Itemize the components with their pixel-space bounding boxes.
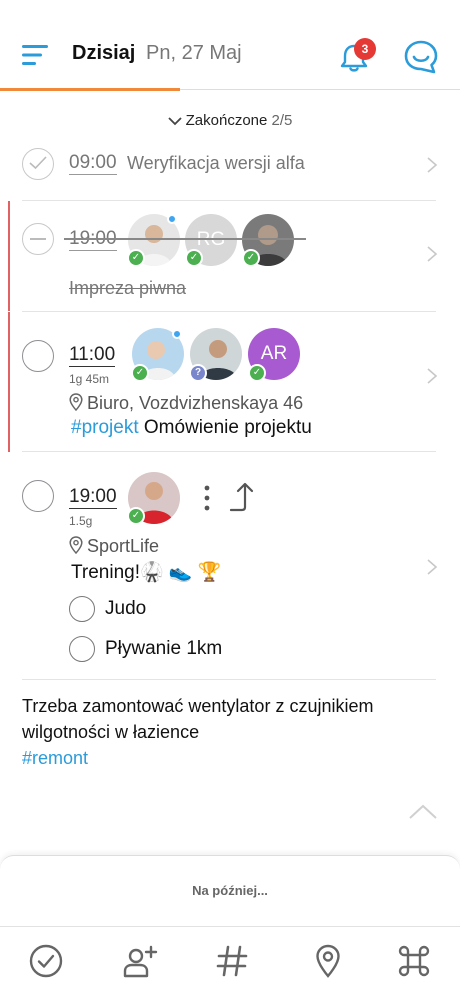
accepted-icon: ✓ [248,364,266,382]
completed-count: 2/5 [271,112,293,129]
checkmark-icon [29,156,47,170]
page-title: Dzisiaj [72,42,136,64]
location-pin-icon[interactable] [310,943,346,979]
later-panel: Na później... [0,855,460,996]
note-text: Trzeba zamontować wentylator z czujnikie… [22,696,374,742]
chat-icon[interactable] [402,38,440,76]
divider [22,311,436,312]
move-up-icon[interactable] [228,480,258,514]
note-item[interactable]: Trzeba zamontować wentylator z czujnikie… [22,693,422,771]
task-title-line: #projekt Omówienie projektu [71,417,312,439]
divider [22,451,436,452]
online-indicator [167,214,177,224]
task-location[interactable]: Biuro, Vozdvizhenskaya 46 [69,393,303,414]
task-location[interactable]: SportLife [69,536,159,557]
menu-icon[interactable] [22,44,50,66]
bottom-toolbar [0,926,460,996]
strikethrough-line [64,238,306,240]
chevron-right-icon [427,157,438,173]
task-checkbox[interactable] [22,223,54,255]
online-indicator [172,329,182,339]
accepted-icon: ✓ [131,364,149,382]
active-tab-indicator [0,88,180,91]
accepted-icon: ✓ [127,249,145,267]
subtask-checkbox[interactable] [69,636,95,662]
task-title: Weryfikacja wersji alfa [127,153,305,173]
task-checkbox[interactable] [22,148,54,180]
hashtag[interactable]: #projekt [71,417,139,438]
accepted-icon: ✓ [185,249,203,267]
hashtag[interactable]: #remont [22,748,88,768]
location-pin-icon [69,536,83,555]
later-input[interactable]: Na później... [0,883,460,898]
subtask-label: Judo [105,598,147,619]
subtask-label: Pływanie 1km [105,638,223,659]
location-label: SportLife [87,536,160,556]
accepted-icon: ✓ [127,507,145,525]
task-checkbox[interactable] [22,480,54,512]
app: Dzisiaj Pn, 27 Maj 3 Zakończone 2/5 09:0… [0,0,460,996]
command-icon[interactable] [396,943,432,979]
divider [22,679,436,680]
location-pin-icon [69,393,83,412]
completed-toggle[interactable]: Zakończone 2/5 [0,112,460,134]
overdue-indicator [8,201,10,311]
chevron-down-icon [167,117,182,126]
check-icon[interactable] [28,943,64,979]
hashtag-icon[interactable] [214,943,250,979]
chevron-right-icon [427,559,438,575]
divider [22,200,436,201]
completed-label: Zakończone [185,112,268,129]
add-person-icon[interactable] [122,943,158,979]
top-bar: Dzisiaj Pn, 27 Maj 3 [0,0,460,91]
location-label: Biuro, Vozdvizhenskaya 46 [87,393,304,413]
collapse-up-icon[interactable] [408,804,438,820]
chevron-right-icon [427,246,438,262]
task-duration: 1g 45m [69,372,110,386]
accepted-icon: ✓ [242,249,260,267]
minus-icon [30,238,46,240]
overdue-indicator [8,312,10,452]
task-checkbox[interactable] [22,340,54,372]
chevron-right-icon [427,368,438,384]
task-duration: 1.5g [69,514,93,528]
task-title: Impreza piwna [69,278,187,298]
task-title: Trening!🥋 👟 🏆 [71,562,222,583]
task-time: 19:00 [69,486,117,509]
pending-icon: ? [189,364,207,382]
subtask-checkbox[interactable] [69,596,95,622]
notification-badge: 3 [354,38,376,60]
task-time: 09:00 [69,152,117,175]
task-time: 19:00 [69,228,117,251]
task-time: 11:00 [69,344,116,367]
more-options-icon[interactable] [202,484,212,512]
current-date[interactable]: Pn, 27 Maj [146,42,242,65]
task-title: Omówienie projektu [143,417,312,438]
